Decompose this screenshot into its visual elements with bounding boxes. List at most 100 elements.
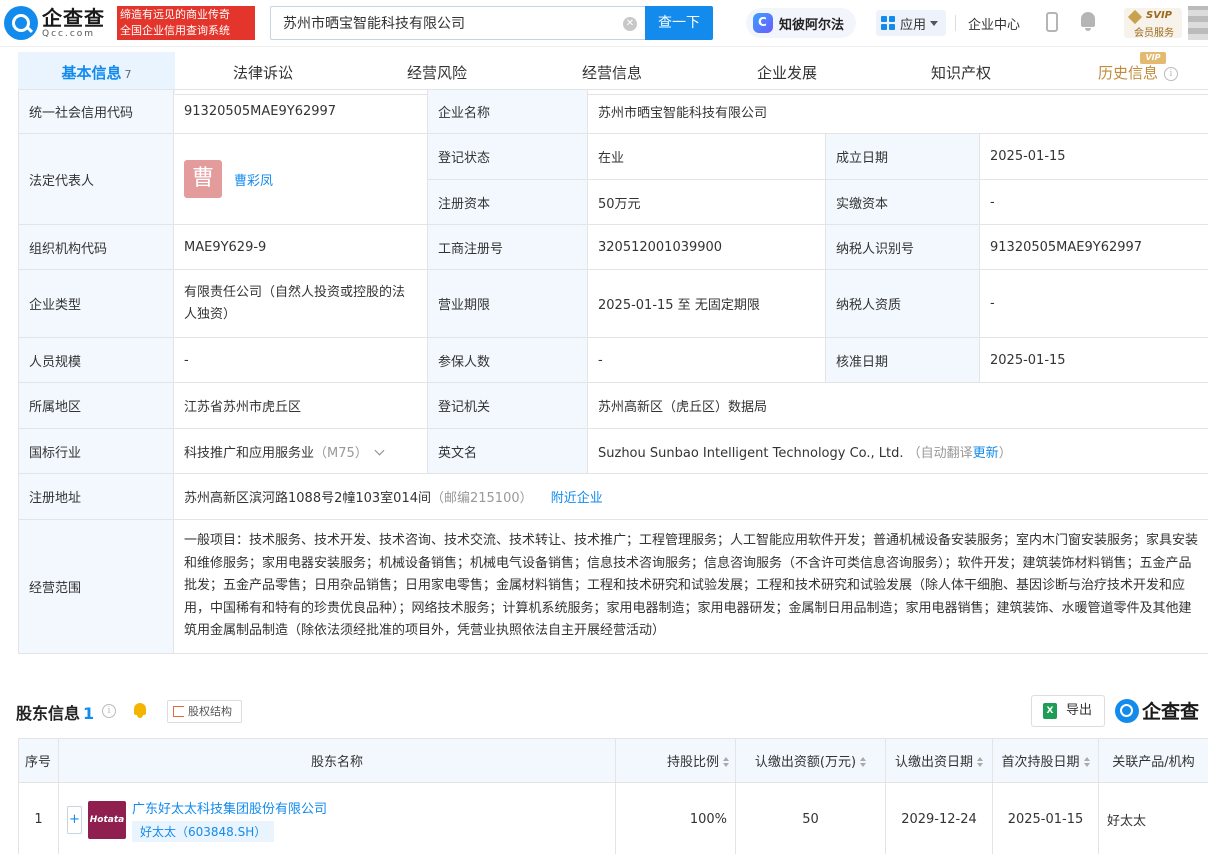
biz-term-value: 2025-01-15 至 无固定期限	[587, 269, 826, 338]
monitor-bell-icon[interactable]	[133, 703, 147, 718]
search-button[interactable]: 查一下	[645, 6, 713, 40]
subscribed-amount: 50	[735, 782, 886, 854]
table-row: 1 + Hotata 广东好太太科技集团股份有限公司 好太太（603848.SH…	[18, 782, 1208, 854]
auto-translate-close: ）	[998, 445, 1012, 461]
postcode: （邮编215100）	[430, 491, 533, 506]
qcc-watermark-logo: 企查查	[1115, 697, 1199, 724]
tab-basic-info-label: 基本信息	[61, 64, 122, 82]
info-row: 所属地区 江苏省苏州市虎丘区 登记机关 苏州高新区（虎丘区）数据局	[18, 382, 1208, 429]
mobile-icon[interactable]	[1046, 12, 1058, 32]
taxpayer-id-value: 91320505MAE9Y62997	[978, 224, 1208, 270]
insured-value: -	[587, 337, 826, 383]
org-code-value: MAE9Y629-9	[173, 224, 428, 270]
shareholder-name-link[interactable]: 广东好太太科技集团股份有限公司	[132, 798, 327, 817]
equity-structure-icon	[173, 706, 184, 717]
nearby-companies-link[interactable]: 附近企业	[551, 491, 603, 506]
info-row: 法定代表人 曹 曹彩凤 登记状态 在业 成立日期 2025-01-15	[18, 133, 1208, 225]
enterprise-center-link[interactable]: 企业中心	[968, 14, 1020, 33]
subscribed-date: 2029-12-24	[885, 782, 993, 854]
info-icon[interactable]: i	[102, 704, 116, 718]
reg-capital-label: 注册资本	[427, 179, 588, 225]
sort-icon[interactable]	[723, 757, 729, 767]
logo-text-en: Qcc.com	[42, 29, 96, 39]
legal-rep-label: 法定代表人	[18, 133, 174, 225]
founded-value: 2025-01-15	[978, 133, 1208, 180]
stock-code-tag[interactable]: 好太太（603848.SH）	[132, 820, 275, 842]
export-button[interactable]: X 导出	[1031, 695, 1105, 727]
ai-icon	[753, 13, 773, 33]
reg-status-value: 在业	[587, 133, 826, 180]
col-header-no: 序号	[18, 738, 59, 783]
auto-translate-note: （自动翻译	[907, 445, 973, 461]
paid-capital-value: -	[978, 179, 1208, 225]
industry-cell[interactable]: 科技推广和应用服务业（M75）	[173, 428, 428, 474]
svip-button[interactable]: SVIP 会员服务	[1124, 8, 1182, 39]
sort-icon[interactable]	[860, 757, 867, 767]
paid-capital-label: 实缴资本	[825, 179, 980, 225]
col-header-amount-label: 认缴出资额(万元)	[754, 755, 857, 770]
apps-menu-button[interactable]: 应用	[876, 10, 946, 36]
qcc-watermark-text: 企查查	[1142, 701, 1200, 723]
col-header-first-date[interactable]: 首次持股日期	[992, 738, 1099, 783]
col-header-ratio[interactable]: 持股比例	[615, 738, 736, 783]
legal-rep-link[interactable]: 曹彩凤	[234, 170, 273, 189]
col-header-amount[interactable]: 认缴出资额(万元)	[735, 738, 886, 783]
equity-structure-label: 股权结构	[188, 705, 232, 718]
slogan-banner: 缔造有远见的商业传奇 全国企业信用查询系统	[117, 6, 255, 40]
industry-code: （M75）	[314, 445, 368, 461]
company-name-value: 苏州市晒宝智能科技有限公司	[586, 89, 1208, 134]
table-header-row: 序号 股东名称 持股比例 认缴出资额(万元) 认缴出资日期 首次持股日期 关联产…	[18, 738, 1208, 783]
first-holding-date: 2025-01-15	[992, 782, 1099, 854]
shareholders-count: 1	[83, 704, 95, 723]
approved-value: 2025-01-15	[978, 337, 1208, 383]
shareholders-table: 序号 股东名称 持股比例 认缴出资额(万元) 认缴出资日期 首次持股日期 关联产…	[18, 738, 1208, 854]
basic-info-table: 统一社会信用代码 91320505MAE9Y62997 企业名称 苏州市晒宝智能…	[18, 89, 1208, 654]
en-name-label: 英文名	[427, 428, 588, 474]
industry-value: 科技推广和应用服务业	[184, 445, 315, 461]
approved-label: 核准日期	[825, 337, 980, 383]
update-link[interactable]: 更新	[973, 446, 999, 461]
slogan-line-1: 缔造有远见的商业传奇	[120, 8, 230, 21]
holding-ratio: 100%	[615, 782, 736, 854]
clear-icon[interactable]: ✕	[623, 17, 637, 31]
region-value: 江苏省苏州市虎丘区	[173, 382, 428, 429]
info-row: 企业类型 有限责任公司（自然人投资或控股的法人独资） 营业期限 2025-01-…	[18, 269, 1208, 338]
col-header-sub-date[interactable]: 认缴出资日期	[885, 738, 993, 783]
legal-rep-cell: 曹 曹彩凤	[173, 133, 428, 225]
info-row: 组织机构代码 MAE9Y629-9 工商注册号 320512001039900 …	[18, 224, 1208, 270]
reg-capital-value: 50万元	[587, 179, 826, 225]
address-value: 苏州高新区滨河路1088号2幢103室014间	[184, 491, 431, 506]
svip-label: SVIP	[1146, 10, 1172, 21]
qcc-logo[interactable]: 企查查 Qcc.com	[4, 6, 105, 40]
taxpayer-id-label: 纳税人识别号	[825, 224, 980, 270]
chevron-down-icon[interactable]	[374, 445, 385, 455]
col-header-ratio-label: 持股比例	[666, 755, 719, 770]
ai-assistant-button[interactable]: 知彼阿尔法	[746, 8, 856, 38]
region-label: 所属地区	[18, 382, 174, 429]
sort-icon[interactable]	[1083, 757, 1090, 767]
top-bar: 企查查 Qcc.com 缔造有远见的商业传奇 全国企业信用查询系统 ✕ 查一下 …	[0, 0, 1208, 47]
export-label: 导出	[1066, 703, 1093, 718]
vip-badge: VIP	[1140, 52, 1166, 64]
founded-label: 成立日期	[825, 133, 980, 180]
ent-type-label: 企业类型	[18, 269, 174, 338]
company-logo: Hotata	[88, 800, 126, 839]
taxpayer-qual-label: 纳税人资质	[825, 269, 980, 338]
expand-plus-icon[interactable]: +	[67, 805, 82, 834]
search-input[interactable]	[283, 15, 613, 31]
biz-reg-no-label: 工商注册号	[427, 224, 588, 270]
user-avatar[interactable]	[1188, 6, 1208, 40]
sort-icon[interactable]	[977, 757, 983, 767]
notification-bell-icon[interactable]	[1079, 12, 1097, 32]
tab-basic-info-count: 7	[124, 68, 132, 81]
org-code-label: 组织机构代码	[18, 224, 174, 270]
divider	[955, 15, 956, 31]
info-row: 统一社会信用代码 91320505MAE9Y62997 企业名称 苏州市晒宝智能…	[18, 89, 1208, 134]
logo-text-cn: 企查查	[42, 6, 105, 30]
svip-sub-label: 会员服务	[1134, 28, 1174, 39]
related-product-link[interactable]: 好太太	[1098, 782, 1208, 854]
staff-value: -	[173, 337, 428, 383]
info-icon[interactable]: i	[1164, 67, 1178, 81]
equity-structure-button[interactable]: 股权结构	[167, 700, 242, 723]
search-box: ✕	[270, 6, 645, 40]
